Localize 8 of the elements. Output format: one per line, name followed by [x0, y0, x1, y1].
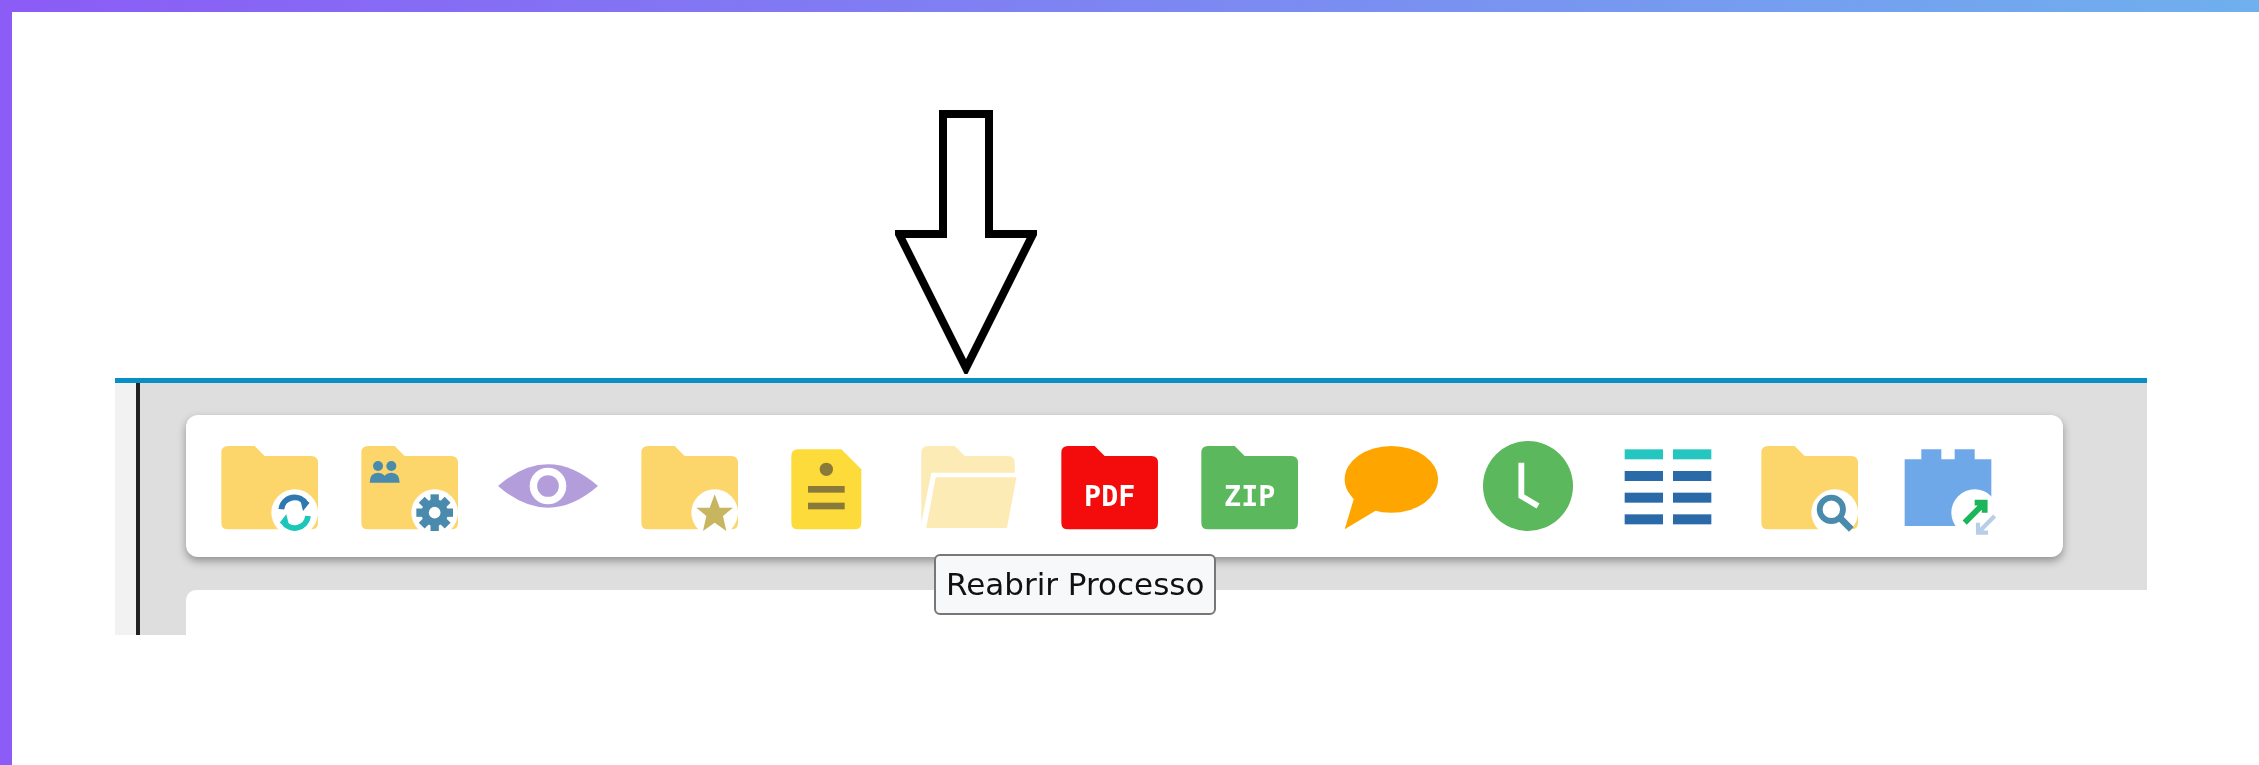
file-folder-icon: [1201, 446, 1298, 530]
toolbar-button[interactable]: ZIP: [1194, 436, 1302, 536]
file-type-label: ZIP: [1224, 480, 1276, 513]
file-folder-icon: [1061, 446, 1158, 530]
file-type-label: PDF: [1084, 480, 1136, 513]
tooltip: Reabrir Processo: [934, 554, 1217, 616]
toolbar-button[interactable]: PDF: [1054, 436, 1162, 536]
down-arrow-icon: [895, 110, 1037, 374]
